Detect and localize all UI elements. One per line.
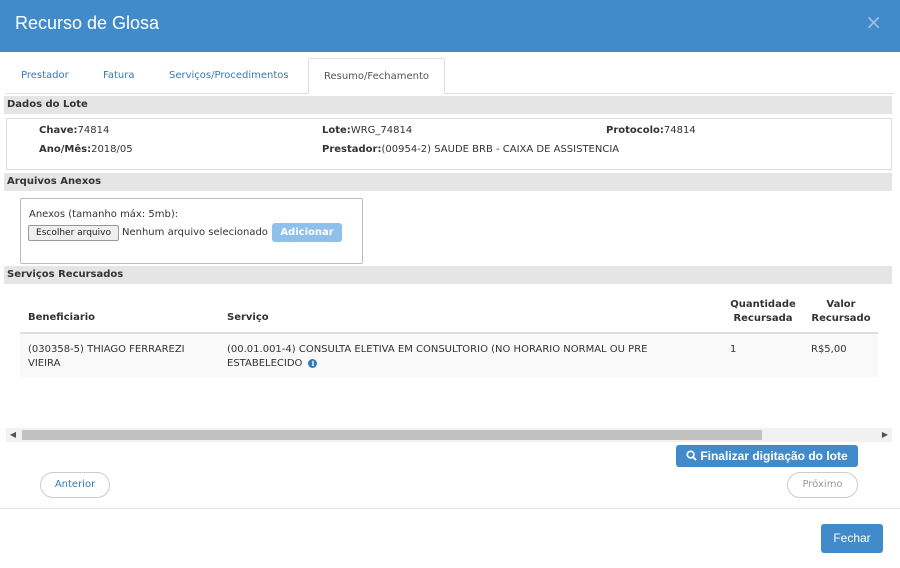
scrollbar-thumb[interactable] bbox=[22, 430, 762, 440]
scroll-right-icon[interactable]: ▶ bbox=[878, 428, 892, 442]
servico-cell: (00.01.001-4) CONSULTA ELETIVA EM CONSUL… bbox=[227, 344, 648, 369]
search-icon bbox=[686, 450, 698, 461]
anterior-button[interactable]: Anterior bbox=[40, 472, 110, 498]
choose-file-button[interactable]: Escolher arquivo bbox=[28, 225, 119, 241]
info-icon[interactable]: i bbox=[308, 358, 318, 368]
col-quantidade: Quantidade Recursada bbox=[730, 299, 796, 324]
valor-cell: R$5,00 bbox=[811, 344, 847, 355]
proximo-button[interactable]: Próximo bbox=[787, 472, 858, 498]
add-attachment-button[interactable]: Adicionar bbox=[272, 223, 342, 242]
fechar-button[interactable]: Fechar bbox=[821, 524, 883, 553]
scroll-left-icon[interactable]: ◀ bbox=[6, 428, 20, 442]
protocolo-field: Protocolo:74814 bbox=[606, 125, 696, 136]
col-servico: Serviço bbox=[227, 312, 269, 323]
no-file-text: Nenhum arquivo selecionado bbox=[122, 227, 268, 238]
footer-divider bbox=[0, 508, 900, 509]
section-arquivos-anexos: Arquivos Anexos bbox=[4, 173, 892, 191]
col-beneficiario: Beneficiario bbox=[28, 312, 96, 323]
finalizar-button[interactable]: Finalizar digitação do lote bbox=[676, 445, 858, 467]
upload-label: Anexos (tamanho máx: 5mb): bbox=[29, 209, 179, 220]
lote-field: Lote:WRG_74814 bbox=[322, 125, 413, 136]
section-servicos-recursados: Serviços Recursados bbox=[4, 266, 892, 284]
upload-panel: Anexos (tamanho máx: 5mb): Escolher arqu… bbox=[20, 198, 363, 264]
prestador-field: Prestador:(00954-2) SAUDE BRB - CAIXA DE… bbox=[322, 144, 620, 155]
chave-field: Chave:74814 bbox=[39, 125, 110, 136]
tab-fatura[interactable]: Fatura bbox=[103, 58, 134, 94]
modal-header: Recurso de Glosa × bbox=[0, 0, 900, 52]
tab-bar: Prestador Fatura Serviços/Procedimentos … bbox=[6, 58, 894, 94]
tab-resumo[interactable]: Resumo/Fechamento bbox=[308, 58, 445, 94]
table-row: (030358-5) THIAGO FERRAREZI VIEIRA (00.01… bbox=[20, 334, 878, 377]
tab-servicos[interactable]: Serviços/Procedimentos bbox=[169, 58, 289, 94]
beneficiario-cell: (030358-5) THIAGO FERRAREZI VIEIRA bbox=[28, 344, 185, 369]
tab-prestador[interactable]: Prestador bbox=[21, 58, 69, 94]
section-dados-lote: Dados do Lote bbox=[4, 96, 892, 114]
lote-details: Chave:74814 Lote:WRG_74814 Protocolo:748… bbox=[6, 118, 892, 170]
close-icon[interactable]: × bbox=[865, 12, 882, 32]
quantidade-cell: 1 bbox=[730, 344, 737, 355]
horizontal-scrollbar[interactable]: ◀ ▶ bbox=[6, 428, 892, 442]
modal-title: Recurso de Glosa bbox=[15, 13, 160, 33]
ano-mes-field: Ano/Mês:2018/05 bbox=[39, 144, 133, 155]
col-valor: Valor Recursado bbox=[811, 299, 871, 324]
